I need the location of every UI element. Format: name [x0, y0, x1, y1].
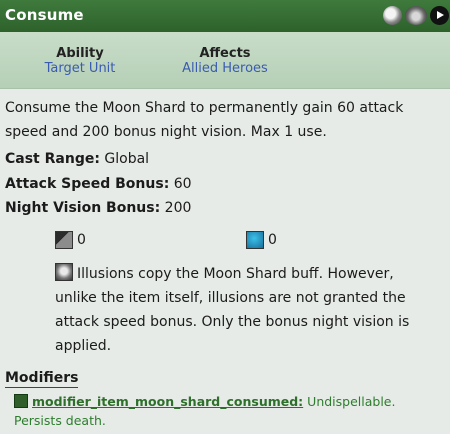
title-bar: Consume [0, 0, 450, 32]
stat-night-vision: Night Vision Bonus: 200 [5, 200, 191, 216]
cooldown-icon [55, 231, 73, 249]
stat-value: 200 [164, 200, 192, 216]
beast-icon [405, 6, 427, 25]
stat-value: 60 [173, 176, 192, 192]
modifiers-heading: Modifiers [5, 370, 79, 388]
play-icon[interactable] [430, 6, 449, 25]
modifier-name-link[interactable]: modifier_item_moon_shard_consumed: [32, 394, 303, 409]
illusion-note: Illusions copy the Moon Shard buff. Howe… [55, 262, 430, 358]
ability-label: Ability [56, 46, 104, 61]
illusion-note-text: Illusions copy the Moon Shard buff. Howe… [55, 266, 410, 354]
stat-label: Night Vision Bonus: [5, 200, 161, 216]
affects-label: Affects [199, 46, 251, 61]
page-title: Consume [5, 6, 84, 24]
mana-cost: 0 [246, 231, 277, 249]
ability-value-link[interactable]: Target Unit [40, 61, 120, 76]
ability-info-band: Ability Target Unit Affects Allied Heroe… [0, 32, 450, 89]
stat-label: Attack Speed Bonus: [5, 176, 170, 192]
affects-value-link[interactable]: Allied Heroes [168, 61, 282, 76]
illusion-note-icon [55, 263, 73, 281]
affects-column: Affects Allied Heroes [168, 46, 282, 76]
cooldown: 0 [55, 231, 86, 249]
ability-description: Consume the Moon Shard to permanently ga… [5, 100, 404, 140]
stat-value: Global [104, 151, 150, 167]
cooldown-value: 0 [77, 232, 86, 248]
stat-cast-range: Cast Range: Global [5, 151, 149, 167]
moon-shard-icon [383, 6, 402, 25]
mana-cost-value: 0 [268, 232, 277, 248]
ability-column: Ability Target Unit [40, 46, 120, 76]
modifier-icon [14, 394, 28, 408]
stat-label: Cast Range: [5, 151, 100, 167]
modifier-entry: modifier_item_moon_shard_consumed: Undis… [14, 392, 424, 430]
title-icons [383, 6, 449, 25]
stat-attack-speed: Attack Speed Bonus: 60 [5, 176, 192, 192]
mana-icon [246, 231, 264, 249]
